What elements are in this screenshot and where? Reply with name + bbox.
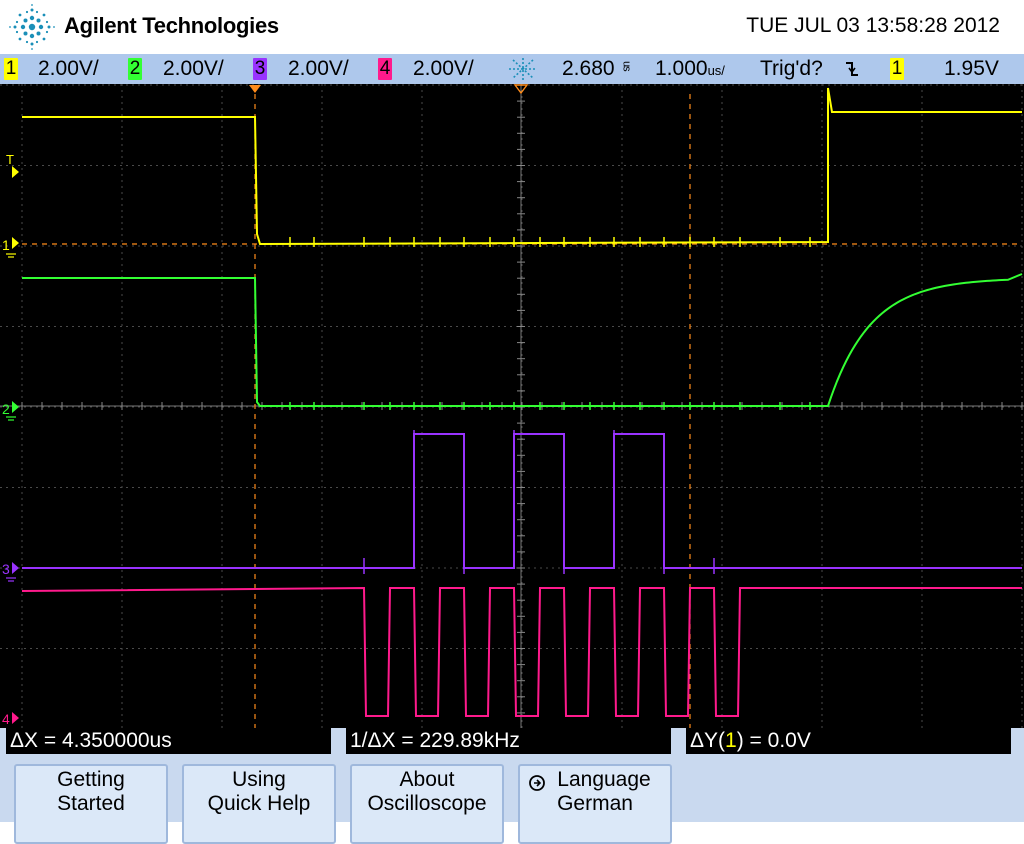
horizontal-scale-value: 1.000 (655, 57, 708, 80)
brand-name: Agilent Technologies (64, 13, 279, 38)
horizontal-scale-unit: us/ (707, 63, 725, 78)
falling-edge-icon (846, 62, 858, 76)
channel-1-marker-label: 1 (2, 237, 10, 253)
channel-2-ground-marker: 2 (2, 401, 19, 421)
status-bar: 1 2.00V/ 2 2.00V/ 3 2.00V/ 4 2.00V/ 2.68… (0, 54, 1024, 84)
horizontal-position-icon (509, 58, 537, 80)
using-quick-help-softkey[interactable]: Using Quick Help (182, 764, 336, 844)
channel-4-marker-label: 4 (2, 711, 10, 727)
horizontal-scale: 1.000us/ (655, 57, 725, 83)
channel-3-ground-marker: 3 (2, 561, 19, 582)
header: Agilent Technologies TUE JUL 03 13:58:28… (0, 0, 1024, 54)
date-time: TUE JUL 03 13:58:28 2012 (746, 14, 1000, 37)
delta-y-readout: ΔY(1) = 0.0V (686, 728, 1011, 754)
delta-y-value: ) = 0.0V (736, 729, 811, 752)
rotate-knob-icon (529, 775, 545, 791)
getting-started-softkey[interactable]: Getting Started (14, 764, 168, 844)
channel-1-indicator[interactable]: 1 (4, 58, 18, 80)
softkey-label: Started (57, 792, 125, 815)
trigger-status: Trig'd? (760, 57, 823, 80)
softkey-label: Oscilloscope (367, 792, 487, 815)
trigger-level: 1.95V (944, 57, 999, 80)
inverse-delta-x-readout: 1/ΔX = 229.89kHz (346, 728, 671, 754)
delta-x-readout: ΔX = 4.350000us (6, 728, 331, 754)
trigger-level-marker: T (6, 152, 19, 178)
channel-2-scale: 2.00V/ (163, 57, 224, 80)
channel-3-scale: 2.00V/ (288, 57, 349, 80)
trigger-time-marker (249, 85, 261, 93)
waveform-canvas: T 1 2 3 4 (0, 84, 1024, 728)
softkey-label: Getting (57, 768, 125, 791)
trigger-source-indicator[interactable]: 1 (890, 58, 904, 80)
softkey-label: About (399, 768, 455, 791)
horizontal-position: 2.680 us (562, 57, 639, 81)
softkey-label: German (557, 792, 633, 815)
delta-y-channel: 1 (725, 729, 737, 752)
channel-1-ground-marker: 1 (2, 237, 19, 258)
horizontal-position-value: 2.680 (562, 57, 615, 80)
channel-4-ground-marker: 4 (2, 711, 19, 727)
channel-2-marker-label: 2 (2, 401, 10, 417)
measurement-panel: ΔX = 4.350000us 1/ΔX = 229.89kHz ΔY(1) =… (0, 728, 1024, 844)
agilent-logo-icon (9, 4, 55, 50)
softkey-label: Using (232, 768, 286, 791)
channel-3-indicator[interactable]: 3 (253, 58, 267, 80)
channel-1-scale: 2.00V/ (38, 57, 99, 80)
trigger-marker-label: T (6, 152, 14, 167)
delta-y-prefix: ΔY( (690, 729, 726, 752)
language-softkey[interactable]: Language German (518, 764, 672, 844)
horizontal-position-unit: us (620, 61, 633, 71)
channel-2-indicator[interactable]: 2 (128, 58, 142, 80)
about-oscilloscope-softkey[interactable]: About Oscilloscope (350, 764, 504, 844)
channel-2-waveform (22, 273, 1023, 407)
channel-4-scale: 2.00V/ (413, 57, 474, 80)
waveform-display[interactable]: T 1 2 3 4 (0, 84, 1024, 728)
softkey-label: Quick Help (207, 792, 311, 815)
channel-4-indicator[interactable]: 4 (378, 58, 392, 80)
channel-3-marker-label: 3 (2, 561, 10, 577)
